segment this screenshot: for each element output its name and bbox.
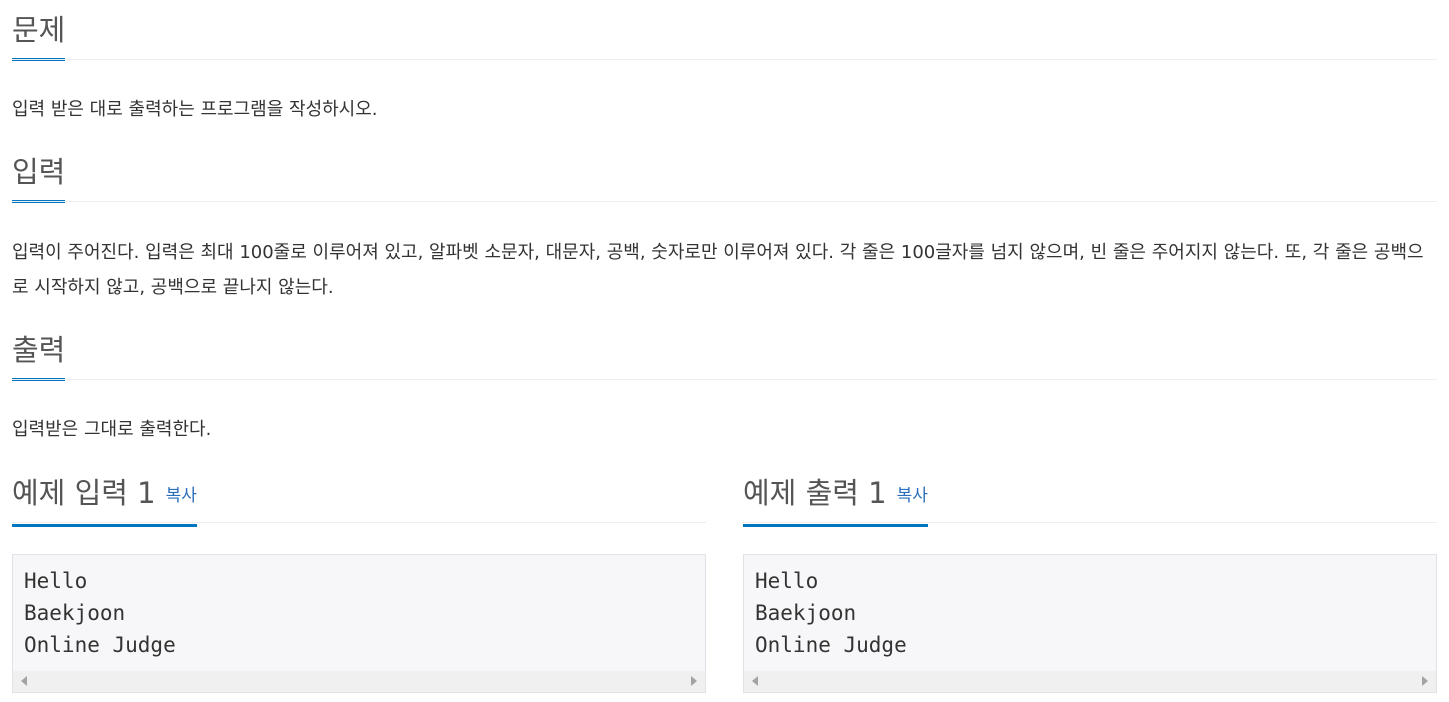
output-title: 출력 <box>12 332 66 381</box>
input-title-text: 입력 <box>12 155 66 189</box>
scroll-right-arrow-icon[interactable] <box>1422 676 1428 686</box>
sample-input-content[interactable]: Hello Baekjoon Online Judge <box>13 555 705 671</box>
sample-output-headline: 예제 출력 1 복사 <box>743 463 1437 527</box>
input-section: 입력 입력이 주어진다. 입력은 최대 100줄로 이루어져 있고, 알파벳 소… <box>12 142 1437 305</box>
output-description: 입력받은 그대로 출력한다. <box>12 419 212 440</box>
sample-output-scrollbar[interactable] <box>744 671 1436 692</box>
output-section: 출력 입력받은 그대로 출력한다. <box>12 320 1437 447</box>
problem-description: 입력 받은 대로 출력하는 프로그램을 작성하시오. <box>12 99 378 120</box>
sample-input-box[interactable]: Hello Baekjoon Online Judge <box>12 554 706 693</box>
input-headline: 입력 <box>12 142 1437 203</box>
sample-input-copy-button[interactable]: 복사 <box>166 486 197 506</box>
sample-input-scrollbar[interactable] <box>13 671 705 692</box>
sample-input-section: 예제 입력 1 복사 <box>12 463 706 527</box>
sample-output-title-text: 예제 출력 1 <box>743 476 887 510</box>
problem-headline: 문제 <box>12 0 1437 61</box>
scroll-left-arrow-icon[interactable] <box>752 676 758 686</box>
sample-input-divider <box>12 522 706 523</box>
output-divider <box>12 379 1437 380</box>
sample-output-box[interactable]: Hello Baekjoon Online Judge <box>743 554 1437 693</box>
sample-input-title: 예제 입력 1 복사 <box>12 475 197 527</box>
sample-input-title-text: 예제 입력 1 <box>12 476 156 510</box>
scroll-right-arrow-icon[interactable] <box>691 676 697 686</box>
sample-output-copy-button[interactable]: 복사 <box>897 486 928 506</box>
problem-section: 문제 입력 받은 대로 출력하는 프로그램을 작성하시오. <box>12 0 1437 127</box>
problem-divider <box>12 59 1437 60</box>
scroll-left-arrow-icon[interactable] <box>21 676 27 686</box>
output-headline: 출력 <box>12 320 1437 381</box>
problem-title: 문제 <box>12 12 66 61</box>
sample-output-section: 예제 출력 1 복사 <box>743 463 1437 527</box>
input-divider <box>12 201 1437 202</box>
input-title: 입력 <box>12 154 66 203</box>
input-description: 입력이 주어진다. 입력은 최대 100줄로 이루어져 있고, 알파벳 소문자,… <box>12 242 1424 298</box>
problem-title-text: 문제 <box>12 13 66 47</box>
sample-output-divider <box>743 522 1437 523</box>
sample-input-headline: 예제 입력 1 복사 <box>12 463 706 527</box>
sample-output-content[interactable]: Hello Baekjoon Online Judge <box>744 555 1436 671</box>
sample-output-title: 예제 출력 1 복사 <box>743 475 928 527</box>
output-title-text: 출력 <box>12 333 66 367</box>
